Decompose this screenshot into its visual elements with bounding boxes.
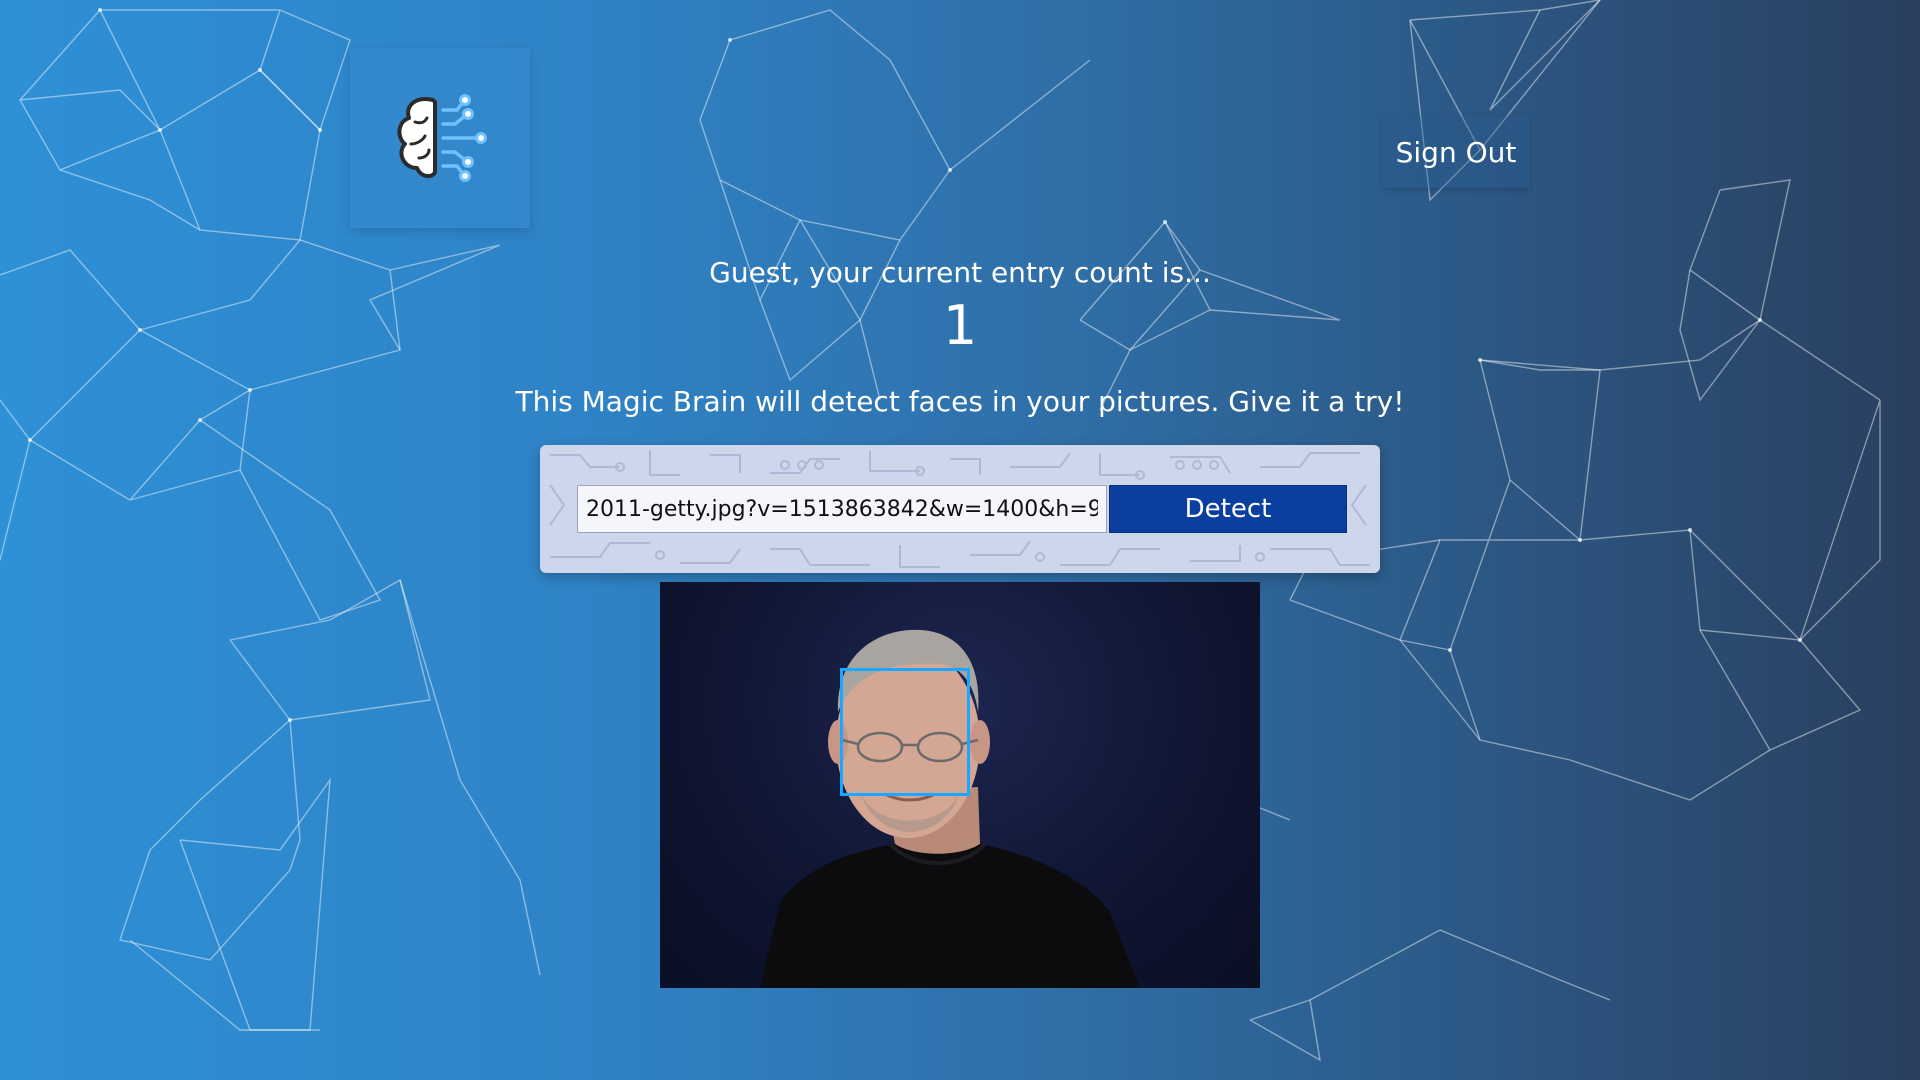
logo-card [350,48,530,228]
brain-circuit-icon [397,94,487,182]
image-url-input[interactable] [577,485,1107,533]
entry-count-value: 1 [942,294,978,357]
detected-image [660,582,1260,988]
entry-count-message: Guest, your current entry count is... [709,256,1211,289]
intro-text: This Magic Brain will detect faces in yo… [515,385,1405,418]
image-link-form: Detect [540,445,1380,573]
face-bounding-box [840,668,970,796]
sign-out-button[interactable]: Sign Out [1382,116,1530,188]
detect-button[interactable]: Detect [1109,485,1347,533]
